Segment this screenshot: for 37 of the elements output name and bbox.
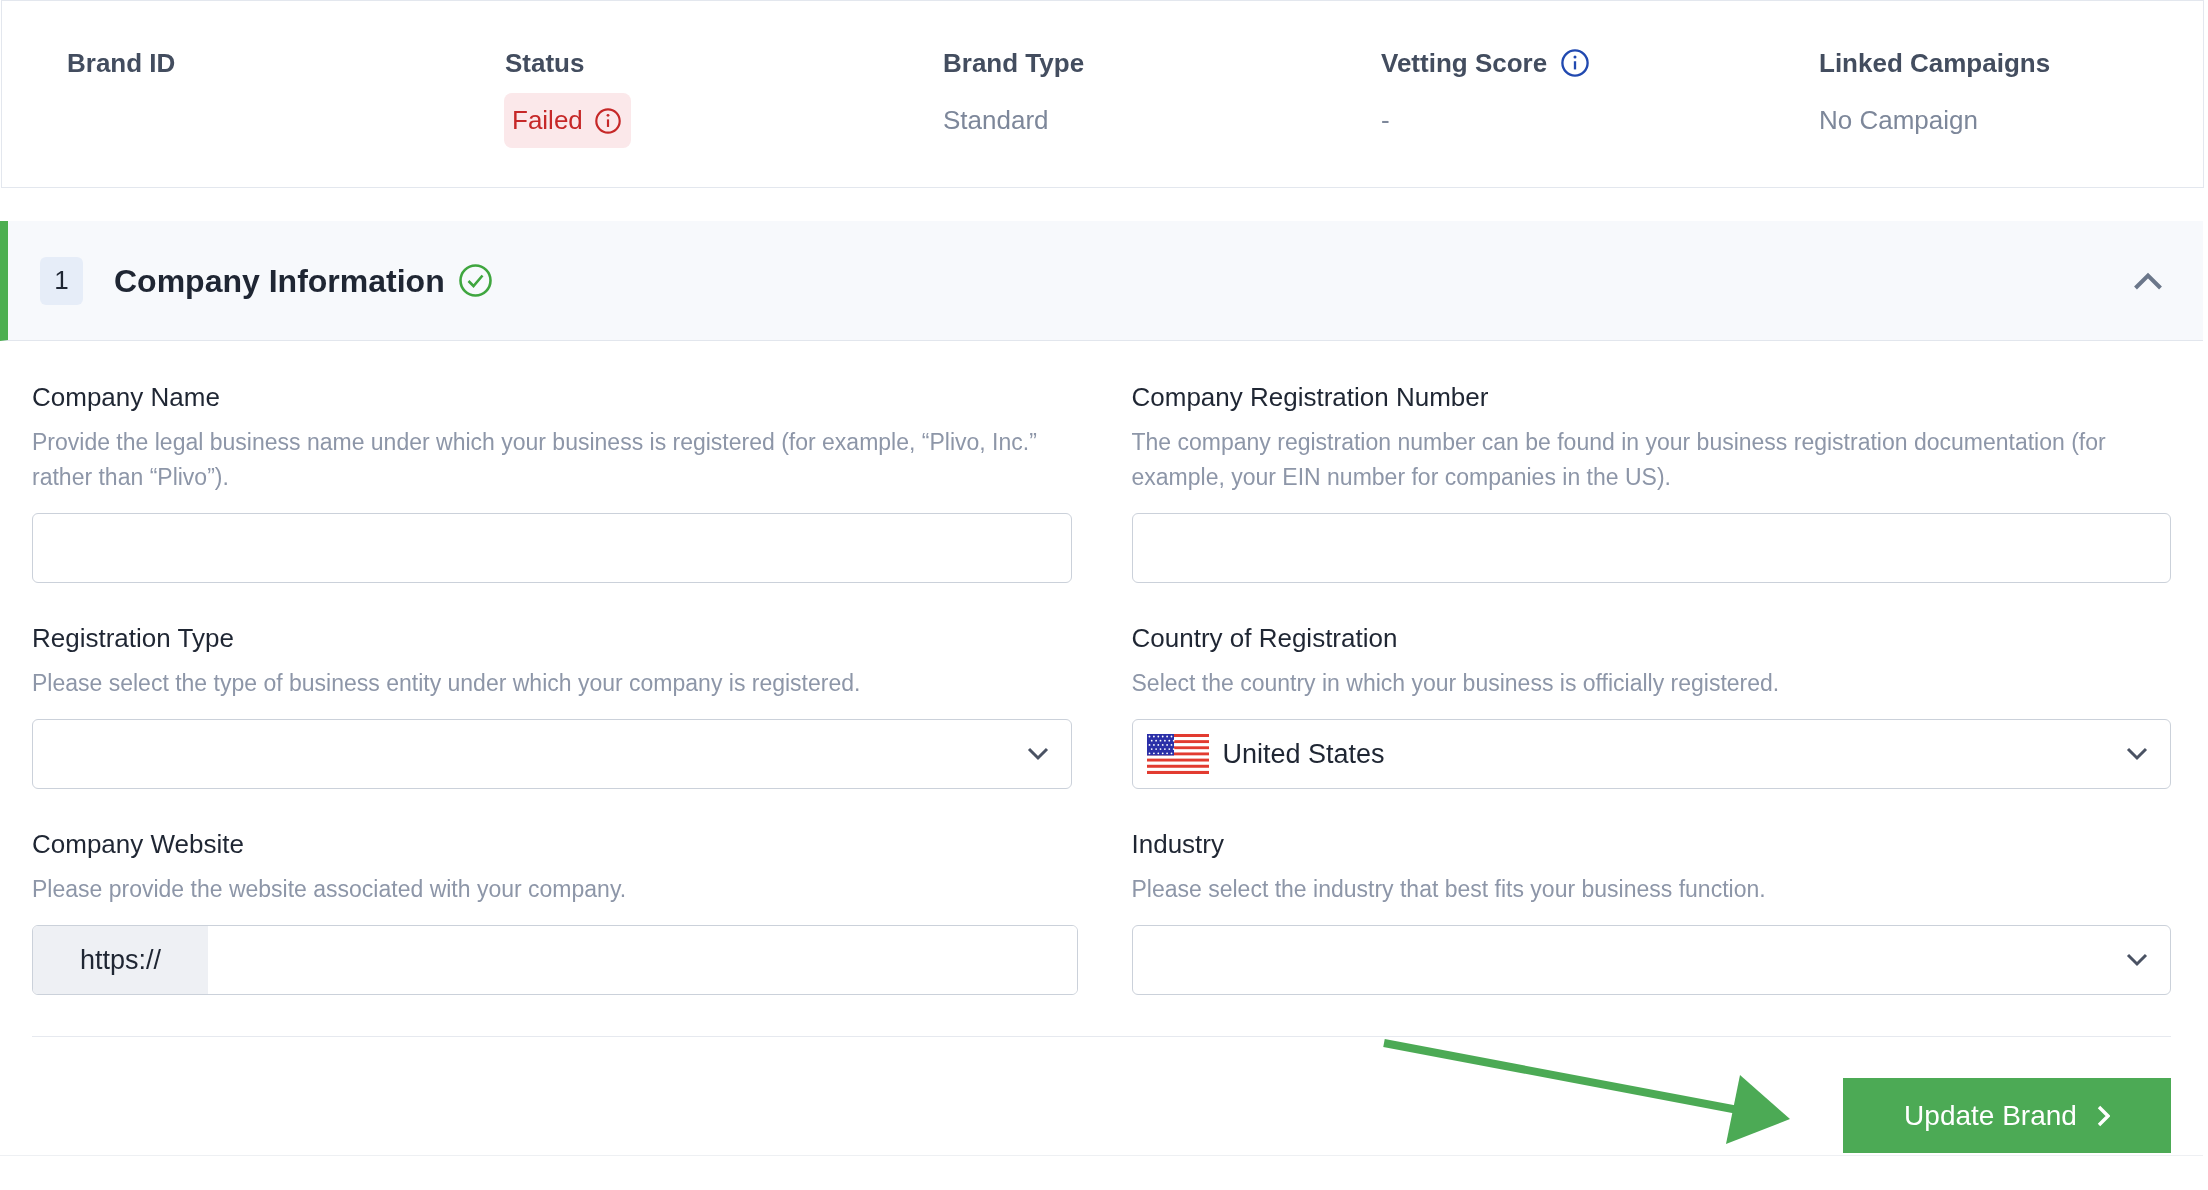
section-title: Company Information (114, 261, 445, 301)
field-help-text: The company registration number can be found in your business registration documentation (for example, your EIN number for companies in the US). (1131, 428, 2107, 492)
field-label: Registration Type (32, 622, 235, 654)
field-help-text: Select the country in which your business is officially registered. (1131, 669, 1781, 698)
field-help-text: Provide the legal business name under which your business is registered (for example, “Plivo, Inc.” rather than “Plivo”). (32, 428, 1038, 492)
dropdown-field[interactable] (32, 719, 1072, 789)
field-help-text: Please select the industry that best fits your business function. (1131, 875, 1767, 904)
field-label: Company Registration Number (1131, 381, 1490, 413)
column-heading: Linked Campaigns (1819, 46, 2051, 80)
column-heading: Vetting Score (1381, 46, 1548, 80)
chevron-right-icon (2096, 1104, 2110, 1127)
column-heading: Brand Type (943, 46, 1085, 80)
chevron-down-icon (2126, 747, 2148, 761)
website-field[interactable]: https:// (32, 925, 1078, 995)
column-heading: Status (505, 46, 585, 80)
info-icon[interactable] (1561, 49, 1590, 77)
column-value: No Campaign (1819, 104, 1978, 137)
field-help-text: Please select the type of business entity under which your company is registered. (32, 669, 862, 698)
flag-icon (1146, 734, 1209, 774)
column-value: Standard (943, 104, 1049, 137)
field-label: Company Website (32, 828, 245, 860)
field-help-text: Please provide the website associated with your company. (32, 875, 628, 904)
input-field[interactable] (32, 513, 1072, 583)
dropdown-field[interactable] (1131, 925, 2171, 995)
info-icon[interactable] (594, 107, 621, 134)
chevron-down-icon (1026, 747, 1049, 761)
field-label: Company Name (32, 381, 221, 413)
country-dropdown[interactable]: United States (1131, 719, 2171, 789)
chevron-down-icon (2126, 953, 2148, 967)
field-label: Country of Registration (1131, 622, 1399, 654)
step-number: 1 (40, 256, 83, 305)
chevron-up-icon[interactable] (2133, 271, 2163, 290)
url-prefix: https:// (33, 926, 208, 994)
input-field[interactable] (1131, 513, 2171, 583)
status-text: Failed (512, 104, 583, 137)
column-value: - (1381, 104, 1390, 137)
field-label: Industry (1131, 828, 1225, 860)
